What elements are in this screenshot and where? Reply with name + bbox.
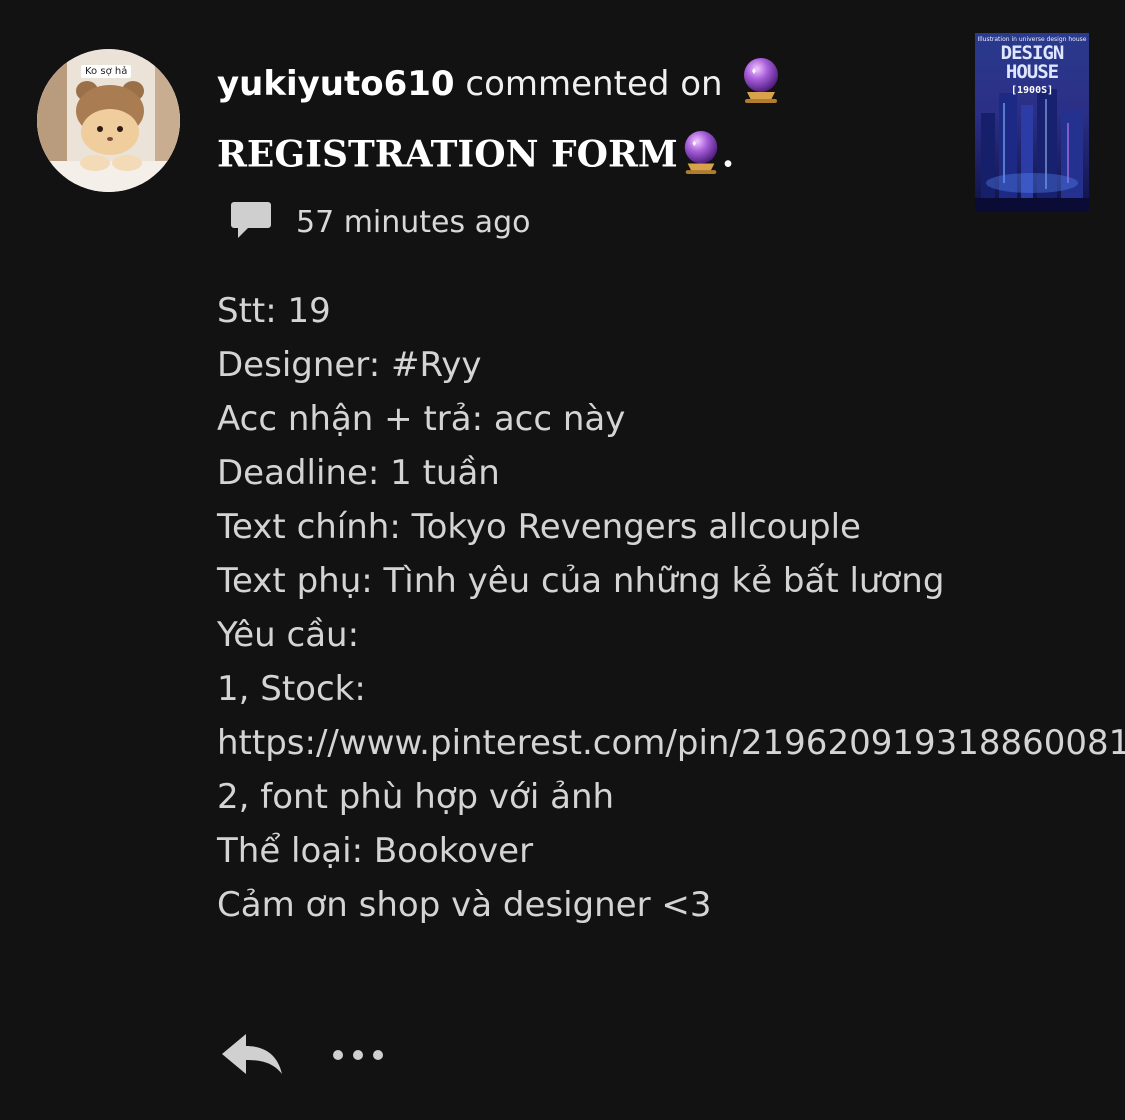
action-text: commented on [465,64,723,104]
story-cover[interactable]: Illustration in universe design house DE… [975,33,1089,212]
cover-title: DESIGN HOUSE [975,44,1089,82]
story-title-text: REGISTRATION FORM [217,133,678,176]
comment-body: Stt: 19 Designer: #Ryy Acc nhận + trả: a… [217,291,1125,925]
header-line: yukiyuto610 commented on [217,56,917,115]
comment-icon[interactable] [230,200,272,244]
reply-button[interactable] [220,1030,284,1082]
user-avatar[interactable]: Ko sợ hả [37,49,180,192]
crystal-ball-icon [739,56,783,115]
timestamp: 57 minutes ago [296,204,531,240]
more-options-button[interactable] [330,1040,390,1070]
story-title-link[interactable]: REGISTRATION FORM . [217,129,917,186]
avatar-caption: Ko sợ hả [81,65,132,78]
cover-title-line2: HOUSE [1005,61,1059,83]
story-title-suffix: . [721,133,735,176]
crystal-ball-icon [680,129,722,186]
more-icon [330,1050,390,1074]
username-link[interactable]: yukiyuto610 [217,64,455,104]
cover-year: [1900S] [1011,85,1054,96]
comment-meta: 57 minutes ago [230,200,530,244]
reply-icon [220,1034,284,1086]
comment-header: yukiyuto610 commented on REGISTRATION FO… [217,56,917,186]
